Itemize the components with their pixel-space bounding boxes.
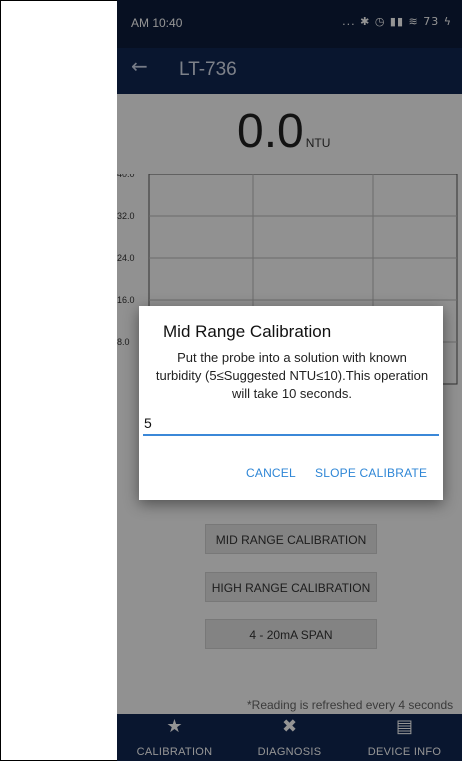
cancel-button[interactable]: CANCEL bbox=[246, 466, 296, 480]
dialog-message: Put the probe into a solution with known… bbox=[155, 350, 429, 401]
slope-calibrate-button[interactable]: SLOPE CALIBRATE bbox=[315, 466, 427, 480]
phone-screen: AM 10:40 ... ✱ ◷ ▮▮ ≋ 73 ϟ ← LT-736 0.0 N… bbox=[117, 0, 462, 761]
mid-range-calibration-dialog: Mid Range Calibration Put the probe into… bbox=[139, 306, 443, 500]
ntu-value-input[interactable] bbox=[143, 412, 439, 436]
dialog-title: Mid Range Calibration bbox=[163, 322, 332, 341]
screenshot-left-border bbox=[0, 0, 1, 761]
